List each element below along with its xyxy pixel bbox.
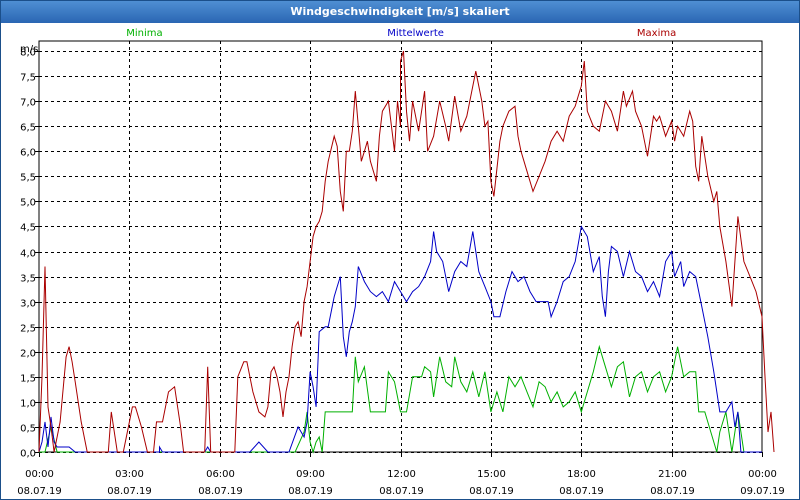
x-tick-date: 08.07.19 [198, 486, 243, 497]
y-tick-label: 0,5 [20, 424, 36, 435]
chart-window: Windgeschwindigkeit [m/s] skaliert 0,0 0,… [0, 0, 800, 500]
x-tick-time: 06:00 [206, 469, 235, 480]
y-tick-label: 1,0 [20, 399, 36, 410]
x-tick-date: 08.07.19 [469, 486, 514, 497]
line-chart: 0,0 0,5 1,0 1,5 2,0 2,5 3,0 3,5 4,0 4,5 5,0 5,5 6,0 6… [17, 28, 785, 497]
y-tick-label: 7,0 [20, 98, 36, 109]
y-tick-label: 6,5 [20, 123, 36, 134]
y-tick-label: 4,5 [20, 223, 36, 234]
x-tick-date: 08.07.19 [288, 486, 333, 497]
legend: Minima Mittelwerte Maxima [126, 28, 676, 39]
y-tick-label: 0,0 [20, 449, 36, 460]
x-axis-ticks: 00:00 08.07.19 03:00 08.07.19 06:00 08.07.19 0… [17, 469, 785, 497]
y-tick-label: 3,0 [20, 299, 36, 310]
x-tick-time: 03:00 [115, 469, 144, 480]
x-tick-time: 15:00 [477, 469, 506, 480]
x-tick-time: 09:00 [296, 469, 325, 480]
x-tick-date: 09.07.19 [740, 486, 785, 497]
x-tick-time: 18:00 [567, 469, 596, 480]
y-tick-label: 5,5 [20, 173, 36, 184]
y-tick-label: 5,0 [20, 198, 36, 209]
x-tick-date: 08.07.19 [107, 486, 152, 497]
x-tick-date: 08.07.19 [379, 486, 424, 497]
y-tick-label: 2,0 [20, 349, 36, 360]
y-tick-label: 7,5 [20, 73, 36, 84]
y-tick-label: 1,5 [20, 374, 36, 385]
y-axis-ticks: 0,0 0,5 1,0 1,5 2,0 2,5 3,0 3,5 4,0 4,5 5,0 5,5 6,0 6… [20, 48, 36, 460]
x-tick-date: 08.07.19 [650, 486, 695, 497]
legend-entry-minima: Minima [126, 28, 162, 39]
y-tick-label: 2,5 [20, 324, 36, 335]
y-tick-label: 6,0 [20, 148, 36, 159]
y-tick-label: 3,5 [20, 274, 36, 285]
x-tick-time: 00:00 [25, 469, 54, 480]
legend-entry-maxima: Maxima [637, 28, 676, 39]
y-axis-unit-label: m/s [20, 44, 38, 55]
x-tick-time: 00:00 [748, 469, 777, 480]
x-tick-date: 08.07.19 [559, 486, 604, 497]
x-tick-time: 21:00 [658, 469, 687, 480]
legend-entry-mittelwerte: Mittelwerte [387, 28, 444, 39]
y-tick-label: 4,0 [20, 249, 36, 260]
x-tick-date: 08.07.19 [17, 486, 62, 497]
x-tick-time: 12:00 [387, 469, 416, 480]
